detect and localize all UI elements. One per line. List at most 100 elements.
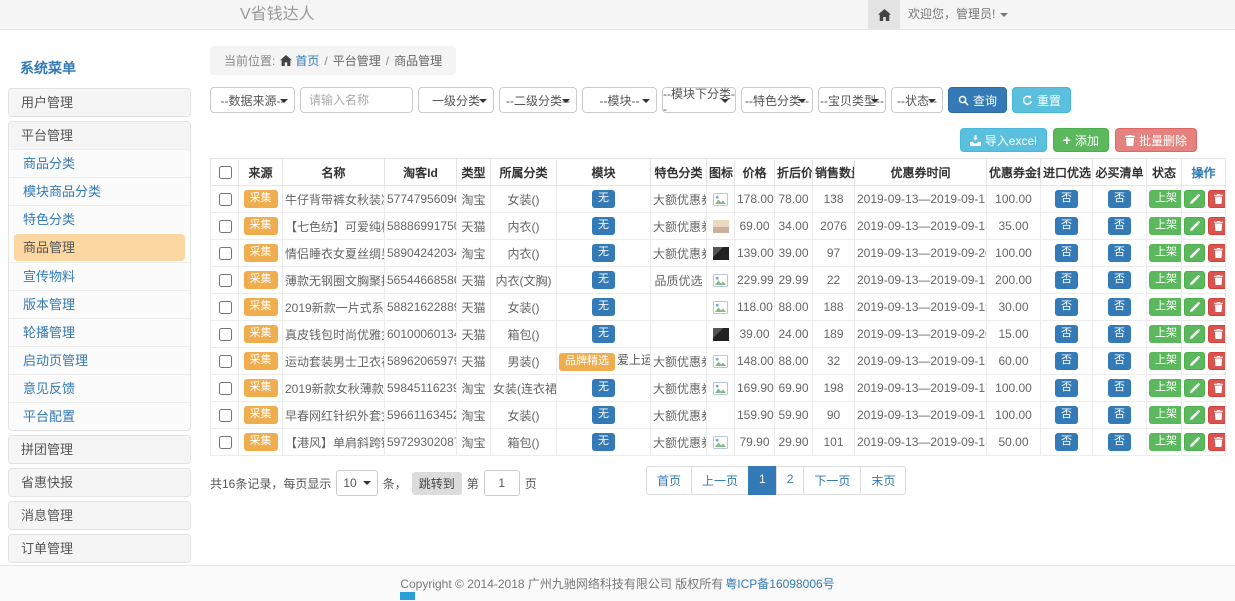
sidebar-item-8[interactable]: 轮播管理 xyxy=(9,318,190,346)
edit-button[interactable] xyxy=(1184,406,1205,424)
sidebar-item-11[interactable]: 平台配置 xyxy=(9,402,190,430)
status-badge[interactable]: 上架 xyxy=(1149,217,1182,234)
filter-select-status[interactable]: --状态-- xyxy=(891,87,943,113)
sidebar-item-2[interactable]: 商品分类 xyxy=(9,149,190,177)
import-select-badge[interactable]: 否 xyxy=(1055,352,1078,369)
import-select-badge[interactable]: 否 xyxy=(1055,406,1078,423)
edit-button[interactable] xyxy=(1184,298,1205,316)
edit-button[interactable] xyxy=(1184,217,1205,235)
jump-page-input[interactable] xyxy=(484,470,520,496)
import-select-badge[interactable]: 否 xyxy=(1055,298,1078,315)
status-badge[interactable]: 上架 xyxy=(1149,244,1182,261)
row-checkbox[interactable] xyxy=(219,301,232,314)
batch-delete-button[interactable]: 批量删除 xyxy=(1115,128,1197,152)
status-badge[interactable]: 上架 xyxy=(1149,298,1182,315)
jump-button[interactable]: 跳转到 xyxy=(412,472,462,495)
sidebar-item-10[interactable]: 意见反馈 xyxy=(9,374,190,402)
status-badge[interactable]: 上架 xyxy=(1149,406,1182,423)
user-menu[interactable]: 欢迎您，管理员! xyxy=(908,0,1008,29)
status-badge[interactable]: 上架 xyxy=(1149,379,1182,396)
row-checkbox[interactable] xyxy=(219,436,232,449)
must-buy-badge[interactable]: 否 xyxy=(1108,352,1131,369)
edit-button[interactable] xyxy=(1184,325,1205,343)
filter-select-data-source[interactable]: --数据来源-- xyxy=(210,87,295,113)
edit-button[interactable] xyxy=(1184,379,1205,397)
row-checkbox[interactable] xyxy=(219,274,232,287)
must-buy-badge[interactable]: 否 xyxy=(1108,271,1131,288)
sidebar-item-12[interactable]: 拼团管理 xyxy=(9,436,190,463)
status-badge[interactable]: 上架 xyxy=(1149,190,1182,207)
edit-button[interactable] xyxy=(1184,244,1205,262)
row-checkbox[interactable] xyxy=(219,247,232,260)
reset-button[interactable]: 重置 xyxy=(1012,87,1071,113)
status-badge[interactable]: 上架 xyxy=(1149,325,1182,342)
edit-button[interactable] xyxy=(1184,271,1205,289)
must-buy-badge[interactable]: 否 xyxy=(1108,433,1131,450)
must-buy-badge[interactable]: 否 xyxy=(1108,379,1131,396)
delete-button[interactable] xyxy=(1208,298,1226,316)
must-buy-badge[interactable]: 否 xyxy=(1108,406,1131,423)
sidebar-item-13[interactable]: 省惠快报 xyxy=(9,469,190,496)
sidebar-item-6[interactable]: 宣传物料 xyxy=(9,262,190,290)
sidebar-item-4[interactable]: 特色分类 xyxy=(9,205,190,233)
row-checkbox[interactable] xyxy=(219,409,232,422)
prev-page-button[interactable]: 上一页 xyxy=(691,466,749,495)
import-select-badge[interactable]: 否 xyxy=(1055,325,1078,342)
delete-button[interactable] xyxy=(1208,352,1226,370)
must-buy-badge[interactable]: 否 xyxy=(1108,217,1131,234)
status-badge[interactable]: 上架 xyxy=(1149,271,1182,288)
page-size-select[interactable]: 10 xyxy=(336,470,377,496)
breadcrumb-home-link[interactable]: 首页 xyxy=(280,52,319,69)
row-checkbox[interactable] xyxy=(219,193,232,206)
edit-button[interactable] xyxy=(1184,190,1205,208)
filter-select-level1-category[interactable]: 一级分类 xyxy=(418,87,494,113)
must-buy-badge[interactable]: 否 xyxy=(1108,190,1131,207)
status-badge[interactable]: 上架 xyxy=(1149,352,1182,369)
delete-button[interactable] xyxy=(1208,406,1226,424)
delete-button[interactable] xyxy=(1208,190,1226,208)
sidebar-item-1[interactable]: 平台管理 xyxy=(9,122,190,149)
sidebar-item-14[interactable]: 消息管理 xyxy=(9,502,190,529)
search-button[interactable]: 查询 xyxy=(948,87,1007,113)
edit-button[interactable] xyxy=(1184,433,1205,451)
breadcrumb-section[interactable]: 平台管理 xyxy=(333,52,381,69)
row-checkbox[interactable] xyxy=(219,328,232,341)
edit-button[interactable] xyxy=(1184,352,1205,370)
last-page-button[interactable]: 末页 xyxy=(860,466,906,495)
sidebar-item-0[interactable]: 用户管理 xyxy=(9,89,190,116)
next-page-button[interactable]: 下一页 xyxy=(803,466,861,495)
import-select-badge[interactable]: 否 xyxy=(1055,190,1078,207)
page-1-button[interactable]: 1 xyxy=(748,466,777,495)
sidebar-item-15[interactable]: 订单管理 xyxy=(9,535,190,562)
row-checkbox[interactable] xyxy=(219,382,232,395)
delete-button[interactable] xyxy=(1208,271,1226,289)
import-select-badge[interactable]: 否 xyxy=(1055,433,1078,450)
filter-select-module-subcategory[interactable]: --模块下分类-- xyxy=(662,87,736,113)
filter-select-feature-category[interactable]: --特色分类-- xyxy=(741,87,813,113)
delete-button[interactable] xyxy=(1208,379,1226,397)
select-all-checkbox[interactable] xyxy=(219,166,232,179)
page-2-button[interactable]: 2 xyxy=(776,466,805,495)
status-badge[interactable]: 上架 xyxy=(1149,433,1182,450)
row-checkbox[interactable] xyxy=(219,220,232,233)
import-select-badge[interactable]: 否 xyxy=(1055,271,1078,288)
import-select-badge[interactable]: 否 xyxy=(1055,244,1078,261)
filter-select-item-type[interactable]: --宝贝类型-- xyxy=(818,87,886,113)
delete-button[interactable] xyxy=(1208,244,1226,262)
sidebar-item-5[interactable]: 商品管理 xyxy=(14,234,185,261)
home-button[interactable] xyxy=(868,0,900,29)
delete-button[interactable] xyxy=(1208,217,1226,235)
import-select-badge[interactable]: 否 xyxy=(1055,217,1078,234)
search-input[interactable] xyxy=(300,87,413,113)
sidebar-item-9[interactable]: 启动页管理 xyxy=(9,346,190,374)
import-excel-button[interactable]: 导入excel xyxy=(960,128,1047,152)
filter-select-module[interactable]: --模块-- xyxy=(582,87,657,113)
icp-link[interactable]: 粤ICP备16098006号 xyxy=(725,575,834,592)
add-button[interactable]: + 添加 xyxy=(1053,128,1109,152)
row-checkbox[interactable] xyxy=(219,355,232,368)
must-buy-badge[interactable]: 否 xyxy=(1108,325,1131,342)
sidebar-item-7[interactable]: 版本管理 xyxy=(9,290,190,318)
filter-select-level2-category[interactable]: --二级分类-- xyxy=(499,87,577,113)
must-buy-badge[interactable]: 否 xyxy=(1108,298,1131,315)
delete-button[interactable] xyxy=(1208,433,1226,451)
